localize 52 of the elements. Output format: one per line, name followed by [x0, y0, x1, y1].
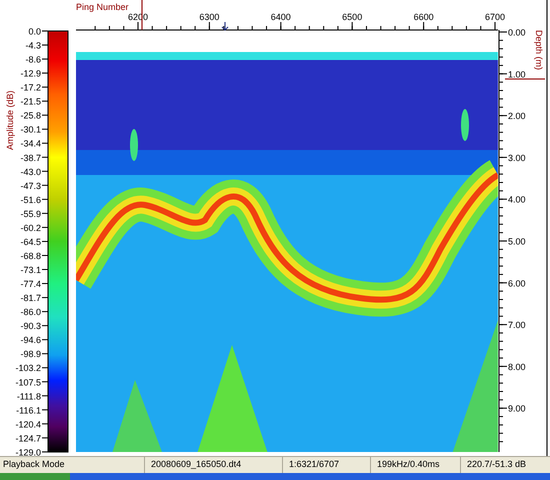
scale-tick-label: -47.3 [20, 180, 41, 191]
scale-tick-label: -68.8 [20, 250, 41, 261]
scale-tick-label: -120.4 [15, 419, 41, 430]
start-button[interactable] [0, 473, 70, 480]
scale-tick-label: -30.1 [20, 124, 41, 135]
scale-tick-label: -21.5 [20, 96, 41, 107]
depth-cursor-line [504, 78, 546, 80]
scale-tick-label: -103.2 [15, 363, 41, 374]
axis-tick-label: 6400 [270, 12, 291, 22]
scale-tick-label: -107.5 [15, 377, 41, 388]
scale-tick-label: -34.4 [20, 138, 41, 149]
axis-tick-label: 3.00 [508, 152, 526, 163]
scale-tick-label: -124.7 [15, 433, 41, 444]
axis-title: Depth (m) [534, 30, 544, 70]
axis-tick-label: 6300 [199, 12, 220, 22]
scale-tick-label: 0.0 [28, 26, 41, 36]
scale-tick-label: -77.4 [20, 279, 41, 290]
scale-tick-label: -38.7 [20, 152, 41, 163]
axis-tick-label: 6600 [414, 12, 434, 22]
axis-tick-label: 0.00 [508, 28, 526, 38]
scale-tick-label: -55.9 [20, 208, 41, 219]
ping-marker-icon [222, 22, 228, 31]
axis-tick-label: 9.00 [508, 404, 526, 414]
scale-tick-label: -60.2 [20, 222, 41, 233]
scale-tick-label: -111.8 [16, 391, 41, 402]
scale-tick-label: -90.3 [20, 321, 41, 332]
scale-tick-label: -51.6 [20, 194, 41, 205]
scale-tick-label: -81.7 [20, 293, 41, 304]
scale-tick-label: -8.6 [25, 54, 41, 65]
axis-tick-label: 5.00 [508, 236, 526, 246]
scale-tick-label: -129.0 [15, 447, 41, 456]
axis-title: Ping Number [76, 2, 129, 12]
axis-tick-label: 1.00 [508, 69, 526, 80]
axis-tick-label: 6.00 [508, 278, 526, 288]
scale-tick-label: -73.1 [20, 265, 41, 275]
axis-title: Amplitude (dB) [5, 90, 15, 150]
axis-tick-label: 6700 [484, 12, 506, 22]
scale-tick-label: -43.0 [20, 166, 41, 177]
scale-tick-label: -17.2 [20, 82, 41, 93]
scale-tick-label: -25.8 [20, 110, 41, 121]
axis-tick-label: 2.00 [508, 111, 526, 122]
axis-tick-label: 7.00 [508, 320, 526, 330]
scale-tick-label: -4.3 [25, 40, 41, 51]
scale-tick-label: -98.9 [20, 349, 41, 360]
axis-tick-label: 4.00 [508, 194, 526, 205]
scale-tick-label: -86.0 [20, 307, 41, 318]
scale-tick-label: -64.5 [20, 236, 41, 247]
scale-tick-label: -12.9 [20, 68, 41, 79]
axis-tick-label: 8.00 [508, 362, 526, 372]
axis-tick-label: 6500 [342, 12, 362, 22]
scale-tick-label: -116.1 [16, 405, 41, 416]
scale-tick-label: -94.6 [20, 335, 41, 346]
